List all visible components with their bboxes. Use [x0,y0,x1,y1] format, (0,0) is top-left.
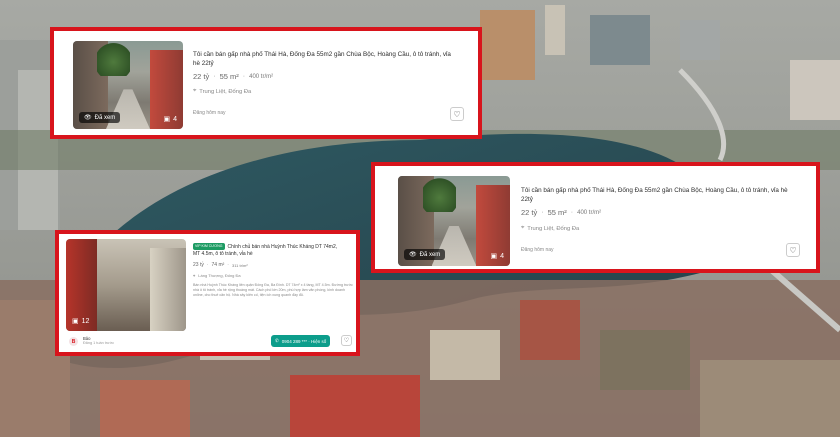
eye-icon: 👁 [409,252,417,258]
area: 55 m² [547,208,567,217]
location: ⌖ Trung Liệt, Đống Đa [193,88,252,95]
listing-card-vip[interactable]: ▣ 12 VIP KIM CƯƠNG Chính chủ bán nhà Huỳn… [55,230,360,356]
posted-time: Đăng hôm nay [521,247,554,253]
listing-title[interactable]: VIP KIM CƯƠNG Chính chủ bán nhà Huỳnh Thú… [193,243,343,258]
image-stack-icon: ▣ [490,253,498,260]
seen-badge: 👁 Đã xem [404,249,446,260]
listing-card-top[interactable]: 👁 Đã xem ▣ 4 Tôi cần bán gấp nhà phố Thá… [50,27,482,139]
agent-posted: Đăng 1 tuần trước [83,341,114,345]
image-count: ▣ 4 [490,252,504,261]
price-line: 23 tỷ · 74 m² · 311 tr/m² [193,262,248,268]
image-count: ▣ 4 [163,115,177,124]
listing-photo[interactable]: 👁 Đã xem ▣ 4 [73,41,183,129]
map-pin-icon: ⌖ [521,225,525,231]
favorite-heart-icon[interactable]: ♡ [341,335,352,346]
image-count: ▣ 12 [72,317,90,326]
listing-title[interactable]: Tôi cần bán gấp nhà phố Thái Hà, Đống Đa… [193,50,453,68]
price-line: 22 tỷ · 55 m² · 400 tr/m² [521,208,602,217]
price-line: 22 tỷ · 55 m² · 400 tr/m² [193,72,274,81]
favorite-heart-icon[interactable]: ♡ [786,243,800,257]
price-per-m2: 311 tr/m² [231,262,248,268]
listing-photo[interactable]: ▣ 12 [66,239,186,331]
price-per-m2: 400 tr/m² [249,73,274,80]
favorite-heart-icon[interactable]: ♡ [450,107,464,121]
posted-time: Đăng hôm nay [193,110,226,116]
listing-photo[interactable]: 👁 Đã xem ▣ 4 [398,176,510,266]
price-per-m2: 400 tr/m² [577,209,602,216]
map-pin-icon: ⌖ [193,88,197,94]
seen-badge: 👁 Đã xem [79,112,121,123]
area: 74 m² [211,262,225,268]
price: 22 tỷ [193,72,210,81]
location: ⌖ Láng Thượng, Đống Đa [193,273,241,278]
area: 55 m² [219,72,239,81]
eye-icon: 👁 [84,115,92,121]
location: ⌖ Trung Liệt, Đống Đa [521,225,580,232]
image-stack-icon: ▣ [163,116,171,123]
agent-avatar: B [69,337,78,346]
map-pin-icon: ⌖ [193,273,196,278]
vip-badge: VIP KIM CƯƠNG [193,243,225,250]
listing-description: Bán nhà Huỳnh Thúc Kháng liên quận Đống … [193,283,353,297]
listing-card-right[interactable]: 👁 Đã xem ▣ 4 Tôi cần bán gấp nhà phố Thá… [371,162,820,273]
listing-title[interactable]: Tôi cần bán gấp nhà phố Thái Hà, Đống Đa… [521,186,791,204]
phone-icon: ✆ [275,338,279,343]
price: 23 tỷ [193,262,204,268]
show-phone-button[interactable]: ✆ 0904 289 *** · Hiện số [271,335,331,347]
image-stack-icon: ▣ [72,318,79,325]
price: 22 tỷ [521,208,538,217]
agent-info: Bảo Đăng 1 tuần trước [83,336,114,345]
